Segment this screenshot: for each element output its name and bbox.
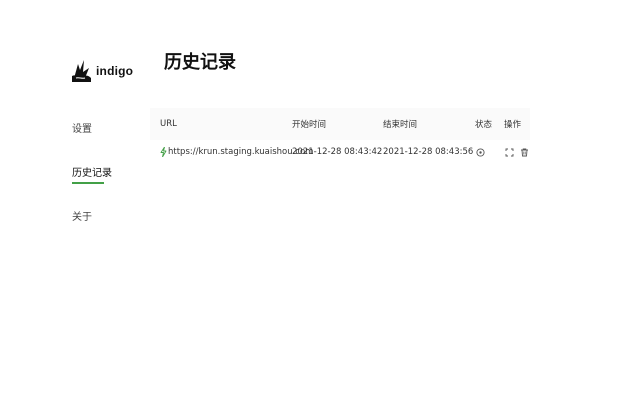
page-title: 历史记录 — [164, 52, 236, 73]
sidebar-item-about[interactable]: 关于 — [72, 208, 92, 223]
column-header-actions: 操作 — [504, 120, 522, 130]
sidebar-item-label: 设置 — [72, 124, 92, 135]
sidebar-item-label: 历史记录 — [72, 168, 112, 179]
trash-icon[interactable] — [519, 147, 530, 158]
column-header-url: URL — [160, 119, 177, 129]
target-icon[interactable] — [475, 147, 486, 158]
column-header-end-time: 结束时间 — [383, 120, 418, 130]
sidebar-item-settings[interactable]: 设置 — [72, 120, 92, 135]
lightning-icon — [160, 147, 167, 157]
column-header-status: 状态 — [475, 120, 493, 130]
start-time-cell: 2021-12-28 08:43:42 — [292, 147, 383, 157]
sidebar-item-history[interactable]: 历史记录 — [72, 164, 112, 184]
status-cell — [475, 140, 490, 164]
actions-cell — [504, 140, 534, 164]
column-header-start-time: 开始时间 — [292, 120, 327, 130]
active-indicator — [72, 182, 104, 184]
end-time-cell: 2021-12-28 08:43:56 — [383, 147, 474, 157]
history-table: URL 开始时间 结束时间 状态 操作 https://krun.staging… — [150, 108, 530, 164]
url-cell: https://krun.staging.kuaishou.com — [160, 140, 313, 164]
table-row: https://krun.staging.kuaishou.com 2021-1… — [150, 140, 530, 164]
indigo-logo-icon — [72, 60, 91, 82]
sidebar-item-label: 关于 — [72, 212, 92, 223]
app-logo: indigo — [70, 58, 133, 84]
app-window: indigo 设置 历史记录 关于 历史记录 URL 开始时间 结束时间 状态 … — [0, 0, 640, 400]
app-name: indigo — [96, 64, 134, 78]
table-header-row: URL 开始时间 结束时间 状态 操作 — [150, 108, 530, 140]
expand-icon[interactable] — [504, 147, 515, 158]
